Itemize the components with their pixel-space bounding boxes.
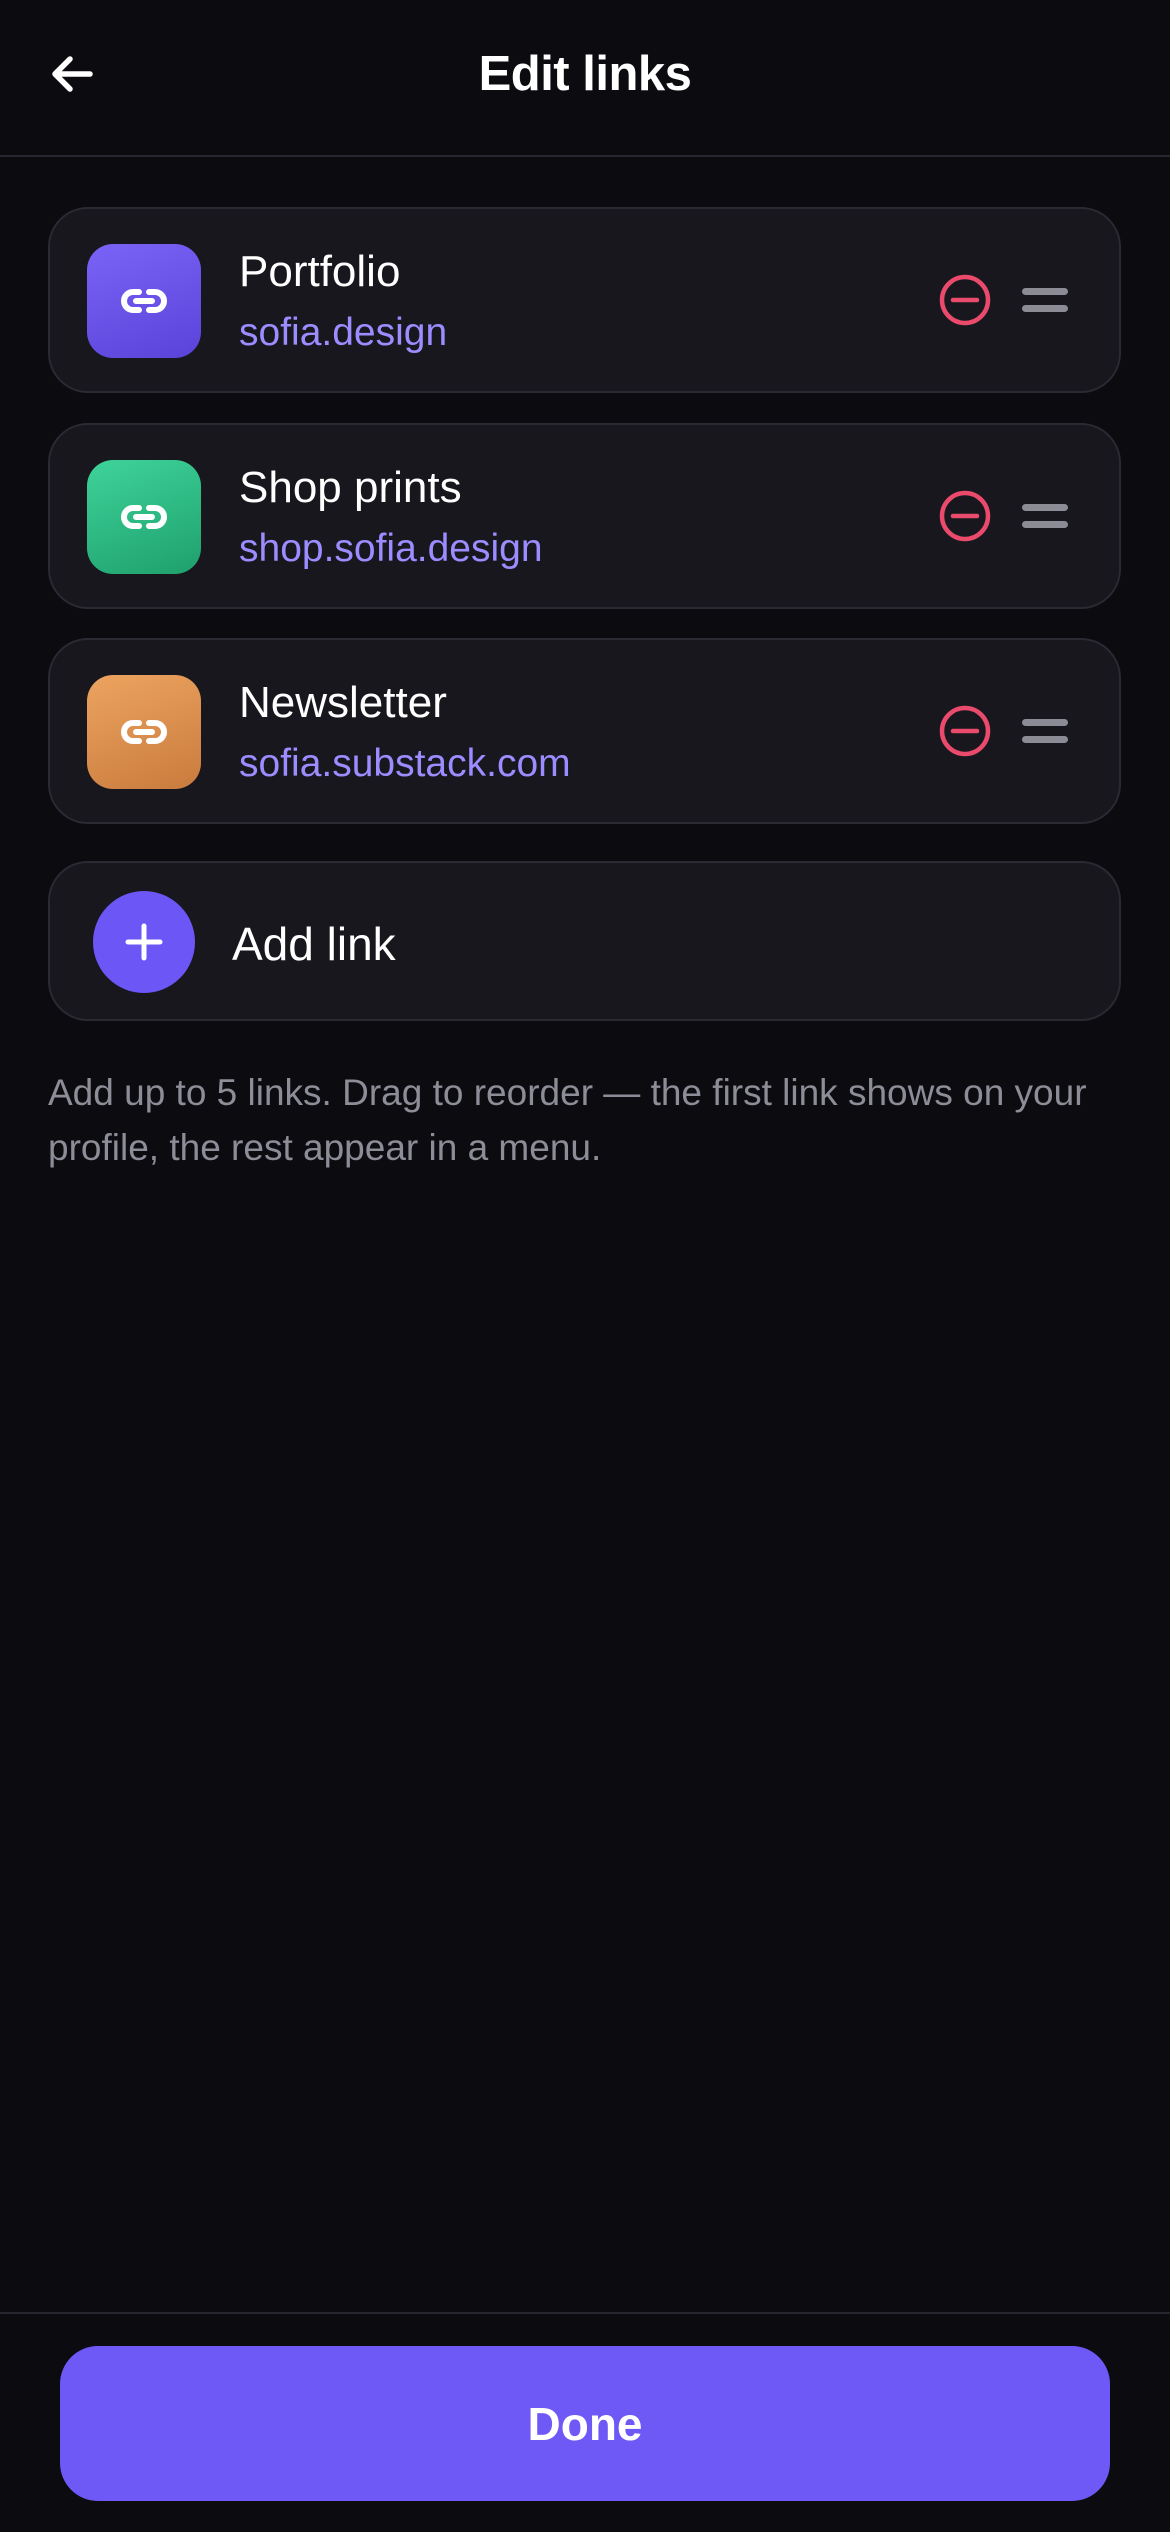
remove-link-icon[interactable] [936,271,994,329]
remove-link-icon[interactable] [936,487,994,545]
add-link-button[interactable]: Add link [48,861,1121,1021]
drag-handle-icon[interactable] [1022,491,1072,541]
link-card-newsletter[interactable]: Newsletter sofia.substack.com [48,638,1121,824]
link-url: sofia.substack.com [239,742,571,785]
plus-icon [125,923,163,961]
link-card-portfolio[interactable]: Portfolio sofia.design [48,207,1121,393]
link-tile [87,675,201,789]
link-url: shop.sofia.design [239,527,543,570]
link-url: sofia.design [239,311,448,354]
footer: Done [0,2312,1170,2532]
link-title: Newsletter [239,678,447,727]
edit-links-screen: Edit links Portfolio sofia.design Shop p… [0,0,1170,2532]
link-icon [121,505,167,529]
help-text: Add up to 5 links. Drag to reorder — the… [48,1072,1087,1168]
remove-link-icon[interactable] [936,702,994,760]
add-link-label: Add link [232,918,396,970]
drag-handle-icon[interactable] [1022,275,1072,325]
drag-handle-icon[interactable] [1022,706,1072,756]
link-tile [87,244,201,358]
header: Edit links [0,0,1170,157]
link-title: Portfolio [239,247,401,296]
link-tile [87,460,201,574]
done-button[interactable]: Done [60,2346,1110,2501]
page-title: Edit links [478,47,692,101]
link-card-shop-prints[interactable]: Shop prints shop.sofia.design [48,423,1121,609]
link-icon [121,289,167,313]
link-icon [121,720,167,744]
link-title: Shop prints [239,463,462,512]
add-link-circle [93,891,195,993]
